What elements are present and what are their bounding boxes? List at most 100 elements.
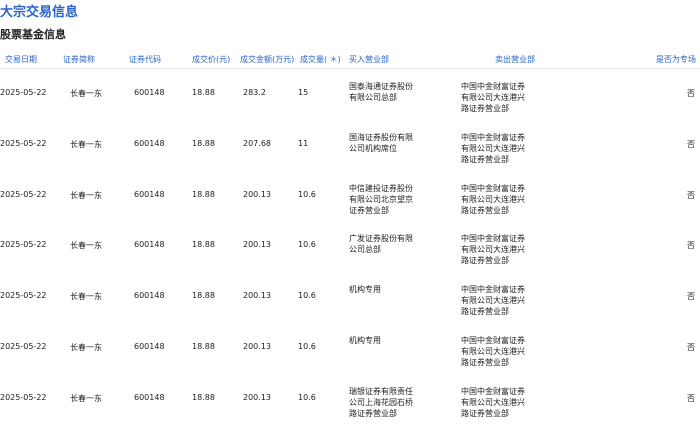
seller-line: 中国中金财富证券 (461, 234, 525, 244)
cell-seller: 中国中金财富证券 有限公司大连港兴 路证券营业部 (461, 81, 533, 114)
buyer-line: 公司总部 (349, 245, 381, 255)
cell-price: 18.88 (192, 240, 215, 250)
table-row: 2025-05-22 长春一东 600148 18.88 200.13 10.6 机构专用 中… (0, 284, 700, 334)
header-amount[interactable]: 成交金额(万元) (240, 54, 294, 65)
seller-line: 中国中金财富证券 (461, 183, 525, 193)
page-title: 大宗交易信息 (0, 5, 79, 20)
buyer-line: 有限公司总部 (349, 93, 397, 102)
cell-trade-date: 2025-05-22 (0, 342, 47, 351)
header-special[interactable]: 是否为专场 (656, 54, 696, 65)
seller-line: 路证券营业部 (461, 408, 509, 418)
cell-security-name: 长春一东 (70, 139, 102, 149)
cell-special: 否 (687, 89, 695, 98)
cell-security-code: 600148 (134, 138, 165, 148)
cell-buyer: 瑞银证券有限责任 公司上海花园石桥 路证券营业部 (349, 386, 421, 419)
cell-seller: 中国中金财富证券 有限公司大连港兴 路证券营业部 (461, 386, 533, 419)
buyer-line: 国海证券股份有限 (349, 132, 413, 142)
cell-price: 18.88 (192, 291, 215, 301)
cell-seller: 中国中金财富证券 有限公司大连港兴 路证券营业部 (461, 233, 533, 266)
table-row: 2025-05-22 长春一东 600148 18.88 200.13 10.6 中信建投证… (0, 183, 700, 233)
seller-line: 中国中金财富证券 (461, 132, 525, 142)
cell-security-name: 长春一东 (70, 190, 102, 200)
seller-line: 中国中金财富证券 (461, 386, 525, 396)
header-security-name[interactable]: 证券简称 (63, 54, 95, 65)
cell-price: 18.88 (192, 189, 215, 199)
cell-security-code: 600148 (134, 291, 165, 301)
seller-line: 中国中金财富证券 (461, 336, 525, 345)
header-trade-date[interactable]: 交易日期 (5, 54, 37, 65)
buyer-line: 中信建投证券股份 (349, 183, 413, 193)
seller-line: 路证券营业部 (461, 307, 509, 317)
cell-special: 否 (687, 393, 695, 403)
cell-price: 18.88 (192, 138, 215, 148)
cell-amount: 200.13 (243, 291, 271, 301)
buyer-line: 公司上海花园石桥 (349, 397, 413, 407)
cell-special: 否 (687, 343, 695, 352)
cell-buyer: 国泰海通证券股份 有限公司总部 (349, 81, 421, 103)
seller-line: 路证券营业部 (461, 256, 509, 266)
seller-line: 有限公司大连港兴 (461, 143, 525, 153)
seller-line: 有限公司大连港兴 (461, 194, 525, 204)
table-row: 2025-05-22 长春一东 600148 18.88 200.13 10.6 瑞银证券有… (0, 386, 700, 436)
cell-trade-date: 2025-05-22 (0, 88, 47, 97)
cell-volume: 10.6 (298, 240, 316, 250)
cell-security-name: 长春一东 (70, 89, 102, 98)
section-title: 股票基金信息 (0, 28, 66, 41)
buyer-line: 广发证券股份有限 (349, 234, 413, 244)
header-divider (0, 68, 700, 69)
seller-line: 有限公司大连港兴 (461, 245, 525, 255)
cell-trade-date: 2025-05-22 (0, 392, 47, 402)
table-row: 2025-05-22 长春一东 600148 18.88 207.68 11 国海证券股份有… (0, 132, 700, 182)
cell-security-name: 长春一东 (70, 393, 102, 403)
cell-security-name: 长春一东 (70, 241, 102, 251)
cell-amount: 200.13 (243, 189, 271, 199)
cell-security-code: 600148 (134, 189, 165, 199)
cell-amount: 200.13 (243, 342, 271, 351)
cell-volume: 10.6 (298, 342, 316, 351)
cell-security-code: 600148 (134, 392, 165, 402)
table-row: 2025-05-22 长春一东 600148 18.88 200.13 10.6 广发证券股… (0, 233, 700, 283)
cell-security-code: 600148 (134, 342, 165, 351)
header-security-code[interactable]: 证券代码 (129, 54, 161, 65)
cell-price: 18.88 (192, 88, 215, 97)
seller-line: 中国中金财富证券 (461, 82, 525, 91)
cell-seller: 中国中金财富证券 有限公司大连港兴 路证券营业部 (461, 335, 533, 368)
cell-volume: 11 (298, 138, 309, 148)
cell-buyer: 国海证券股份有限 公司机构席位 (349, 132, 421, 154)
buyer-line: 证券营业部 (349, 205, 389, 215)
seller-line: 中国中金财富证券 (461, 285, 525, 295)
cell-trade-date: 2025-05-22 (0, 291, 47, 301)
cell-seller: 中国中金财富证券 有限公司大连港兴 路证券营业部 (461, 284, 533, 317)
cell-volume: 15 (298, 88, 309, 97)
cell-buyer: 机构专用 (349, 335, 421, 346)
seller-line: 路证券营业部 (461, 205, 509, 215)
buyer-line: 瑞银证券有限责任 (349, 386, 413, 396)
cell-trade-date: 2025-05-22 (0, 240, 47, 250)
header-buyer[interactable]: 买入营业部 (349, 54, 389, 65)
table-row: 2025-05-22 长春一东 600148 18.88 283.2 15 国泰海通证券股份… (0, 81, 700, 131)
cell-security-name: 长春一东 (70, 343, 102, 352)
cell-amount: 200.13 (243, 240, 271, 250)
cell-volume: 10.6 (298, 189, 316, 199)
seller-line: 有限公司大连港兴 (461, 93, 525, 102)
cell-amount: 200.13 (243, 392, 271, 402)
header-volume[interactable]: 成交量( ＊) (300, 54, 341, 65)
cell-trade-date: 2025-05-22 (0, 189, 47, 199)
cell-seller: 中国中金财富证券 有限公司大连港兴 路证券营业部 (461, 183, 533, 216)
cell-special: 否 (687, 292, 695, 302)
cell-price: 18.88 (192, 342, 215, 351)
cell-price: 18.88 (192, 392, 215, 402)
cell-security-name: 长春一东 (70, 292, 102, 302)
seller-line: 路证券营业部 (461, 104, 509, 113)
cell-special: 否 (687, 139, 695, 149)
cell-volume: 10.6 (298, 392, 316, 402)
header-price[interactable]: 成交价(元) (192, 54, 230, 65)
seller-line: 有限公司大连港兴 (461, 296, 525, 306)
table-row: 2025-05-22 长春一东 600148 18.88 200.13 10.6 机构专用 中… (0, 335, 700, 385)
buyer-line: 有限公司北京望京 (349, 194, 413, 204)
seller-line: 有限公司大连港兴 (461, 347, 525, 356)
header-seller[interactable]: 卖出营业部 (495, 54, 535, 65)
cell-volume: 10.6 (298, 291, 316, 301)
cell-seller: 中国中金财富证券 有限公司大连港兴 路证券营业部 (461, 132, 533, 165)
seller-line: 路证券营业部 (461, 358, 509, 367)
